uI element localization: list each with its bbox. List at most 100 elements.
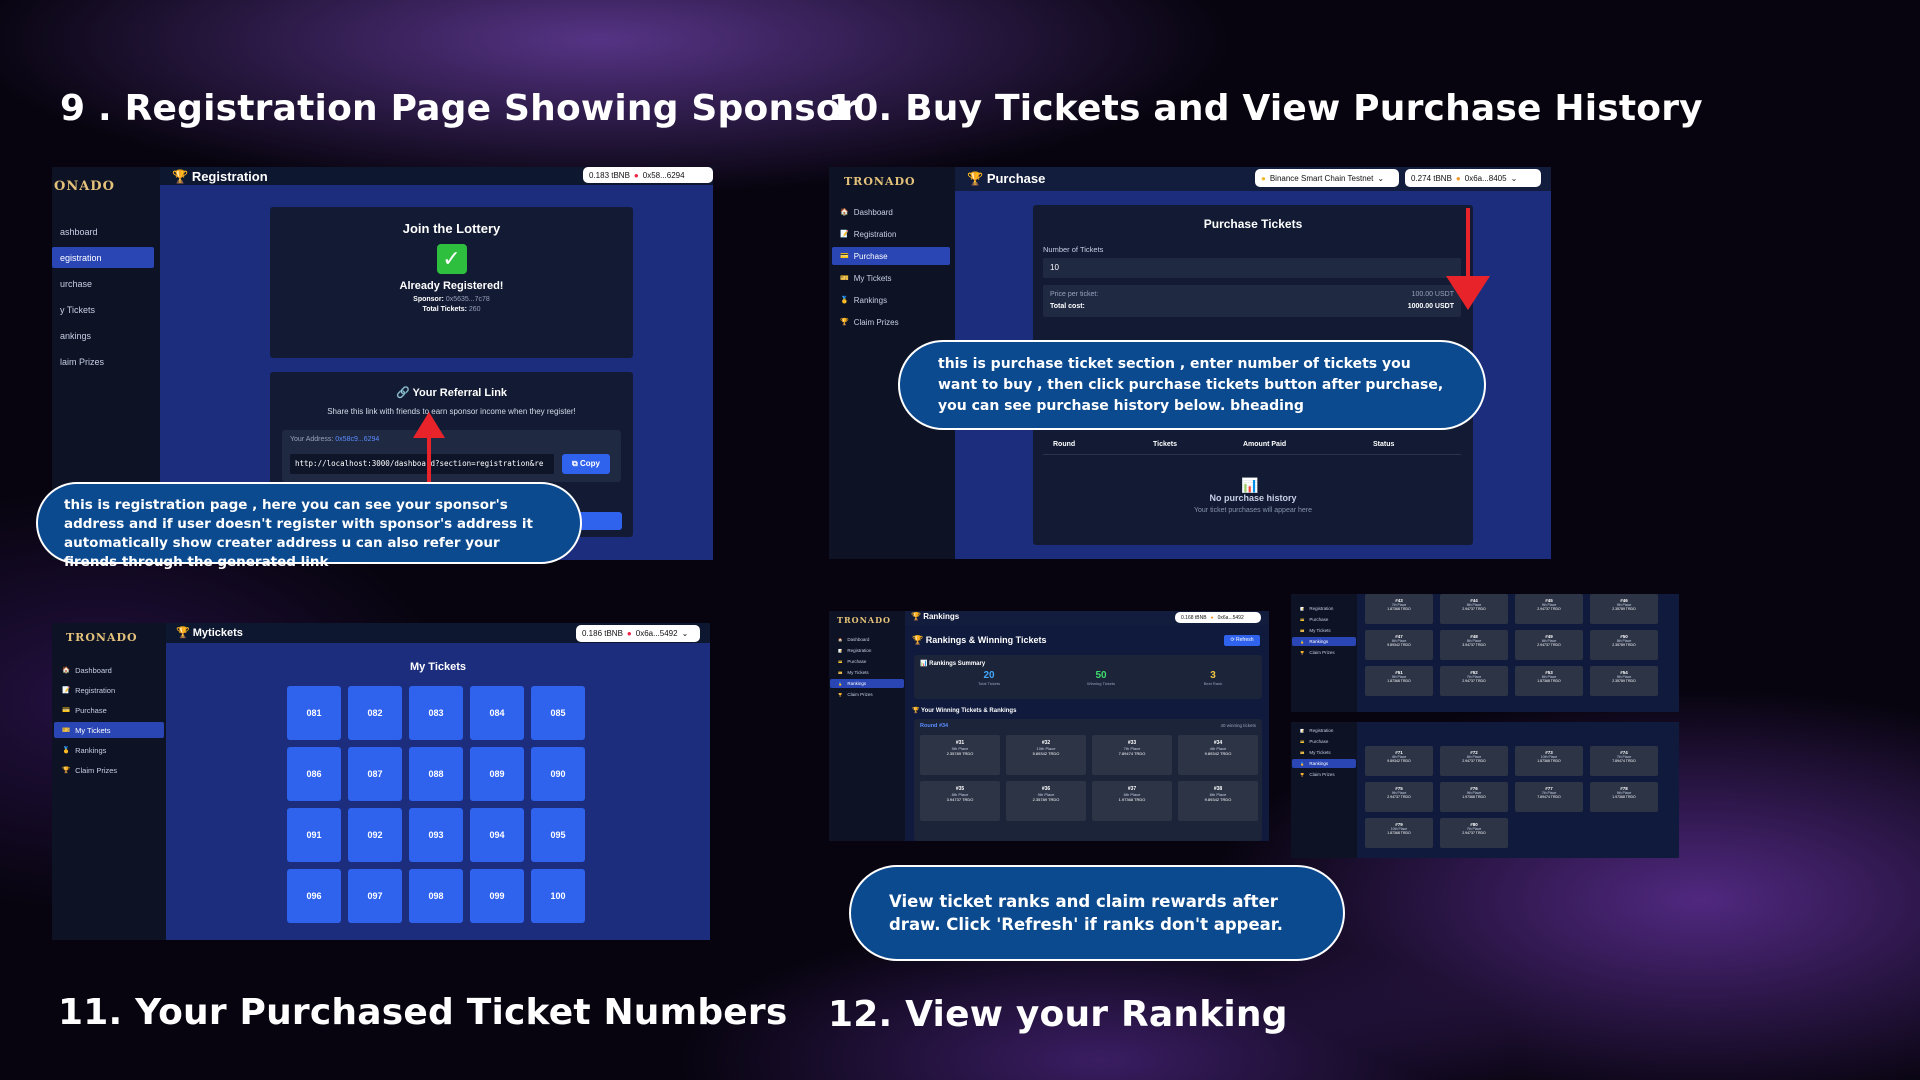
ticket-number[interactable]: 088 bbox=[409, 747, 463, 801]
sidebar-item-my-tickets[interactable]: 🎫 My Tickets bbox=[832, 269, 950, 287]
registration-icon: 📝 bbox=[840, 231, 849, 238]
ticket-number[interactable]: 100 bbox=[531, 869, 585, 923]
sidebar-item-purchase[interactable]: 💳 Purchase bbox=[1292, 615, 1356, 624]
sidebar-item-rankings[interactable]: 🥇 Rankings bbox=[830, 679, 904, 688]
referral-link-input[interactable]: http://localhost:3000/dashboard?section=… bbox=[290, 454, 554, 474]
summary-stat: 50 Winning Tickets bbox=[1066, 670, 1136, 686]
ticket-number[interactable]: 083 bbox=[409, 686, 463, 740]
tronado-logo: ONADO bbox=[54, 179, 115, 194]
copy-button[interactable]: ⧉ Copy bbox=[562, 454, 610, 474]
ticket-prize: 1.97368 TRDO bbox=[1118, 797, 1146, 802]
sidebar-item-dashboard[interactable]: ashboard bbox=[52, 221, 154, 242]
sidebar: TRONADO 🏠 Dashboard 📝 Registration 💳 Purchase… bbox=[829, 611, 905, 841]
sidebar-item-my-tickets[interactable]: 🎫 My Tickets bbox=[1292, 626, 1356, 635]
wallet-balance[interactable]: 0.186 tBNB ● 0x6a...5492 ⌄ bbox=[576, 625, 700, 642]
page-title: 🏆 Mytickets bbox=[176, 627, 243, 639]
trophy-icon: 🏆 bbox=[838, 692, 843, 697]
sidebar-item-rankings[interactable]: 🥇 Rankings bbox=[1292, 759, 1356, 768]
sidebar-item-registration[interactable]: 📝 Registration bbox=[1292, 726, 1356, 735]
wallet-balance[interactable]: 0.168 tBNB ● 0x6a...5492 bbox=[1175, 612, 1261, 623]
ticket-number[interactable]: 092 bbox=[348, 808, 402, 862]
ticket-number[interactable]: 089 bbox=[470, 747, 524, 801]
sidebar-item-registration[interactable]: 📝 Registration bbox=[54, 682, 164, 698]
sidebar-item-claim-prizes[interactable]: 🏆 Claim Prizes bbox=[1292, 770, 1356, 779]
sidebar-item-label: My Tickets bbox=[1309, 628, 1331, 633]
sidebar-item-claim-prizes[interactable]: 🏆 Claim Prizes bbox=[54, 762, 164, 778]
registration-icon: 📝 bbox=[62, 687, 71, 694]
num-tickets-input[interactable]: 10 bbox=[1043, 258, 1461, 278]
ranking-cell: #77 7th Place 7.89474 TRDO bbox=[1515, 782, 1583, 812]
sidebar-item-registration[interactable]: 📝 Registration bbox=[830, 646, 904, 655]
sidebar-item-dashboard[interactable]: 🏠 Dashboard bbox=[830, 635, 904, 644]
sidebar-item-label: Registration bbox=[1309, 606, 1334, 611]
ticket-number[interactable]: 094 bbox=[470, 808, 524, 862]
sidebar-item-label: egistration bbox=[60, 252, 102, 263]
sidebar-item-rankings[interactable]: 🥇 Rankings bbox=[832, 291, 950, 309]
sidebar-item-claim-prizes[interactable]: 🏆 Claim Prizes bbox=[830, 690, 904, 699]
sidebar-item-my-tickets[interactable]: y Tickets bbox=[52, 299, 154, 320]
sidebar-item-label: ankings bbox=[60, 330, 92, 341]
wallet-balance[interactable]: 0.183 tBNB ● 0x58...6294 bbox=[583, 167, 713, 183]
ticket-prize: 1.97368 TRDO bbox=[1612, 795, 1636, 799]
ranking-cell: #78 9th Place 1.97368 TRDO bbox=[1590, 782, 1658, 812]
ticket-prize: 1.87368 TRDO bbox=[1537, 759, 1561, 763]
ticket-number[interactable]: 087 bbox=[348, 747, 402, 801]
sidebar-item-label: urchase bbox=[60, 278, 93, 289]
sidebar-item-claim-prizes[interactable]: laim Prizes bbox=[52, 351, 154, 372]
num-tickets-label: Number of Tickets bbox=[1043, 245, 1104, 254]
sidebar-item-my-tickets[interactable]: 🎫 My Tickets bbox=[1292, 748, 1356, 757]
ticket-number[interactable]: 085 bbox=[531, 686, 585, 740]
sidebar-item-purchase[interactable]: 💳 Purchase bbox=[830, 657, 904, 666]
rankings-icon: 🥇 bbox=[62, 747, 71, 754]
sidebar-item-label: Rankings bbox=[1309, 761, 1329, 766]
network-selector[interactable]: ● Binance Smart Chain Testnet ⌄ bbox=[1255, 169, 1399, 187]
sidebar-item-dashboard[interactable]: 🏠 Dashboard bbox=[832, 203, 950, 221]
ticket-number[interactable]: 082 bbox=[348, 686, 402, 740]
ranking-cell: #46 9th Place 2.35789 TRDO bbox=[1590, 594, 1658, 624]
sidebar-item-registration[interactable]: 📝 Registration bbox=[1292, 604, 1356, 613]
refresh-button[interactable]: ⟳ Refresh bbox=[1224, 635, 1260, 646]
sidebar-item-purchase[interactable]: 💳 Purchase bbox=[1292, 737, 1356, 746]
sidebar-item-registration[interactable]: egistration bbox=[52, 247, 154, 268]
page-title: 🏆 Registration bbox=[172, 169, 268, 184]
sidebar-item-label: Dashboard bbox=[853, 207, 893, 217]
sidebar-item-rankings[interactable]: 🥇 Rankings bbox=[54, 742, 164, 758]
ticket-prize: 9.89342 TRDO bbox=[1387, 643, 1411, 647]
winning-title: 🏆 Your Winning Tickets & Rankings bbox=[912, 708, 1017, 714]
sidebar-item-claim-prizes[interactable]: 🏆 Claim Prizes bbox=[832, 313, 950, 331]
ticket-number[interactable]: 099 bbox=[470, 869, 524, 923]
sidebar-item-registration[interactable]: 📝 Registration bbox=[832, 225, 950, 243]
trophy-icon: 🏆 bbox=[62, 767, 71, 774]
pointer-arrow-head bbox=[413, 412, 445, 438]
ticket-number[interactable]: 090 bbox=[531, 747, 585, 801]
sidebar-item-purchase[interactable]: urchase bbox=[52, 273, 154, 294]
heading-purchase: 10. Buy Tickets and View Purchase Histor… bbox=[828, 88, 1703, 129]
ranking-cell: #35 8th Place 3.94737 TRDO bbox=[920, 781, 1000, 821]
sidebar-item-label: Rankings bbox=[853, 295, 888, 305]
ticket-number[interactable]: 098 bbox=[409, 869, 463, 923]
ticket-number[interactable]: 084 bbox=[470, 686, 524, 740]
sidebar-item-label: ashboard bbox=[60, 226, 98, 237]
sidebar-item-purchase[interactable]: 💳 Purchase bbox=[832, 247, 950, 265]
ticket-number[interactable]: 081 bbox=[287, 686, 341, 740]
ticket-number[interactable]: 096 bbox=[287, 869, 341, 923]
ticket-number[interactable]: 095 bbox=[531, 808, 585, 862]
your-address-label: Your Address: bbox=[290, 436, 334, 443]
sidebar-item-rankings[interactable]: ankings bbox=[52, 325, 154, 346]
ticket-number[interactable]: 086 bbox=[287, 747, 341, 801]
wallet-balance[interactable]: 0.274 tBNB ● 0x6a...8405 ⌄ bbox=[1405, 169, 1541, 187]
sidebar-item-claim-prizes[interactable]: 🏆 Claim Prizes bbox=[1292, 648, 1356, 657]
sidebar-item-my-tickets[interactable]: 🎫 My Tickets bbox=[830, 668, 904, 677]
ticket-prize: 2.94737 TRDO bbox=[1537, 643, 1561, 647]
sidebar-item-dashboard[interactable]: 🏠 Dashboard bbox=[54, 662, 164, 678]
rankings-screenshot: TRONADO 🏠 Dashboard 📝 Registration 💳 Purchase… bbox=[829, 611, 1269, 841]
ticket-number[interactable]: 097 bbox=[348, 869, 402, 923]
history-col-status: Status bbox=[1373, 441, 1395, 448]
sidebar-item-rankings[interactable]: 🥇 Rankings bbox=[1292, 637, 1356, 646]
ranking-cell: #73 10th Place 1.87368 TRDO bbox=[1515, 746, 1583, 776]
ticket-prize: 2.94737 TRDO bbox=[1537, 607, 1561, 611]
sidebar-item-purchase[interactable]: 💳 Purchase bbox=[54, 702, 164, 718]
ticket-number[interactable]: 093 bbox=[409, 808, 463, 862]
ticket-number[interactable]: 091 bbox=[287, 808, 341, 862]
sidebar-item-my-tickets[interactable]: 🎫 My Tickets bbox=[54, 722, 164, 738]
